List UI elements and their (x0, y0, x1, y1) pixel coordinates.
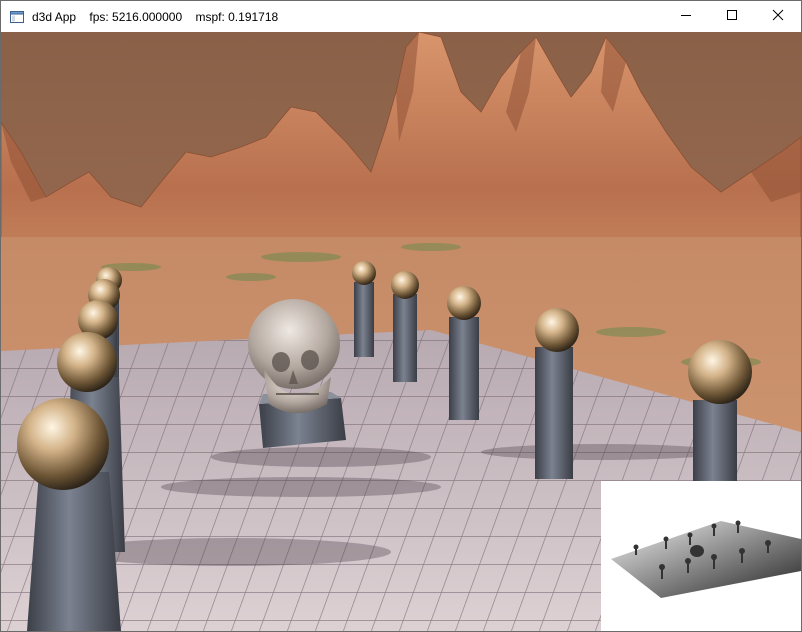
maximize-icon (726, 8, 738, 26)
application-window-icon (9, 9, 25, 25)
pillar-back-1 (352, 261, 376, 357)
minimize-button[interactable] (663, 1, 709, 32)
pillar-back-4 (535, 308, 579, 479)
minimize-icon (680, 8, 692, 26)
pillar-back-2 (391, 271, 419, 382)
title-bar[interactable]: d3d App fps: 5216.000000 mspf: 0.191718 (1, 1, 801, 32)
close-button[interactable] (755, 1, 801, 32)
shadow-map-preview (601, 481, 801, 631)
window-controls (663, 1, 801, 32)
shadow-map-render (611, 520, 801, 598)
close-icon (772, 8, 784, 26)
window-title: d3d App fps: 5216.000000 mspf: 0.191718 (32, 9, 279, 24)
pillar-back-3 (447, 286, 481, 420)
app-window: d3d App fps: 5216.000000 mspf: 0.191718 (0, 0, 802, 632)
maximize-button[interactable] (709, 1, 755, 32)
render-viewport[interactable] (1, 32, 801, 631)
